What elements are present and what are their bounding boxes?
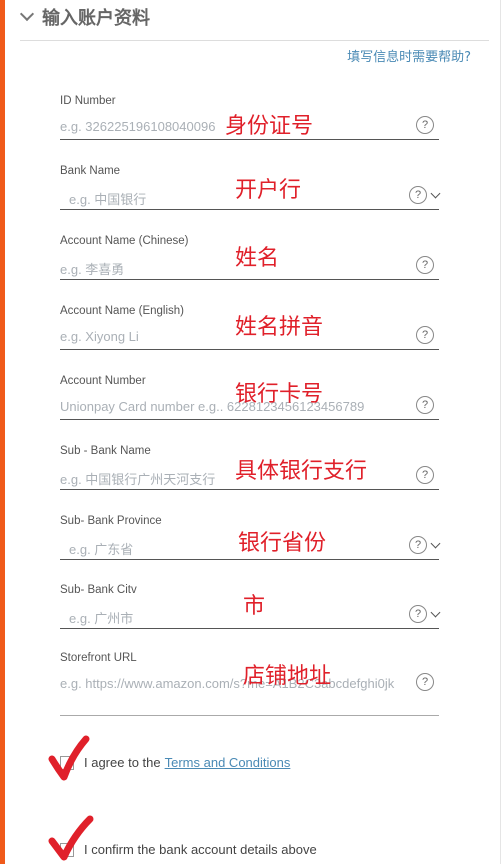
help-icon[interactable]: ? [409,186,427,204]
confirm-bank-row: I confirm the bank account details above [60,842,317,857]
help-icon[interactable]: ? [409,605,427,623]
accent-bar [0,0,5,864]
field-label: Storefront URL [60,652,137,664]
checkmark-icon [48,815,94,861]
annotation: 具体银行支行 [235,459,368,484]
section-header[interactable]: 输入账户资料 [19,4,150,30]
annotation: 银行省份 [238,531,327,556]
field-label: Account Number [60,375,146,387]
section-title: 输入账户资料 [42,8,150,29]
agree-label: I agree to the [84,755,161,770]
field-underline [60,628,439,629]
help-icon[interactable]: ? [416,326,434,344]
checkmark-icon [48,735,90,781]
field-underline [60,419,439,420]
annotation: 身份证号 [225,114,314,139]
field-underline [60,209,439,210]
field-label: Account Name (Chinese) [60,235,189,247]
annotation: 姓名 [235,246,280,271]
help-icon[interactable]: ? [416,116,434,134]
annotation: 银行卡号 [235,382,324,407]
field-label: Sub - Bank Name [60,445,151,457]
annotation: 市 [243,594,266,619]
storefront-url-input[interactable]: e.g. https://www.amazon.com/s?me=A1B2C3a… [60,676,412,691]
sub-bank-province-select[interactable]: e.g. 广东省 [69,539,133,558]
help-icon[interactable]: ? [416,466,434,484]
chevron-down-icon[interactable] [430,607,441,618]
agree-terms-row: I agree to the Terms and Conditions [60,755,290,770]
help-link[interactable]: 填写信息时需要帮助? [347,46,471,65]
confirm-label: I confirm the bank account details above [84,842,317,857]
divider [20,40,489,41]
account-name-chinese-input[interactable]: e.g. 李喜勇 [60,259,124,278]
sub-bank-name-input[interactable]: e.g. 中国银行广州天河支行 [60,469,230,488]
annotation: 开户行 [235,178,302,203]
chevron-down-icon[interactable] [430,538,441,549]
field-underline [60,489,439,490]
help-icon[interactable]: ? [409,536,427,554]
field-underline [60,279,439,280]
field-label: Bank Name [60,165,121,177]
field-label: ID Number [60,95,116,107]
annotation: 店铺地址 [243,664,332,689]
sub-bank-city-select[interactable]: e.g. 广州市 [69,608,133,627]
field-label: Sub- Bank Citv [60,584,137,596]
field-underline [60,349,439,350]
help-icon[interactable]: ? [416,673,434,691]
help-icon[interactable]: ? [416,256,434,274]
chevron-down-icon[interactable] [430,188,441,199]
annotation: 姓名拼音 [235,315,324,340]
field-underline [60,559,439,560]
field-underline [60,715,439,716]
terms-link[interactable]: Terms and Conditions [165,755,291,770]
account-name-english-input[interactable]: e.g. Xiyong Li [60,329,139,344]
field-label: Sub- Bank Province [60,515,162,527]
bank-name-select[interactable]: e.g. 中国银行 [69,189,146,208]
chevron-down-icon[interactable] [19,6,35,22]
help-icon[interactable]: ? [416,396,434,414]
field-label: Account Name (English) [60,305,184,317]
